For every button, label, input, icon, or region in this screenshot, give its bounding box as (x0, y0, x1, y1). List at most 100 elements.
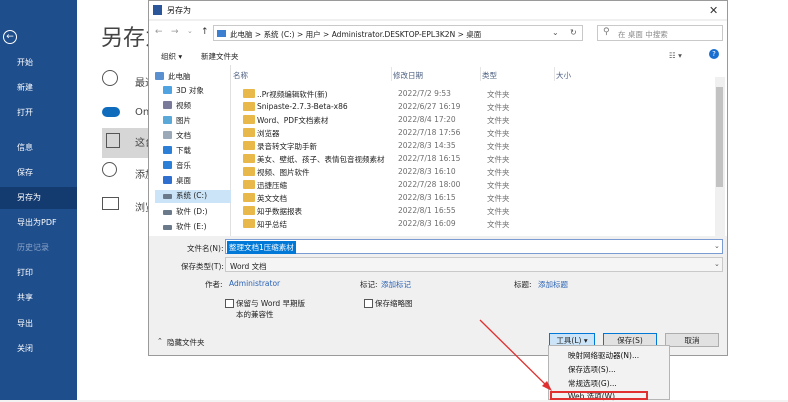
document-icon (163, 131, 172, 139)
tree-3d-objects[interactable]: 3D 对象 (163, 85, 239, 98)
breadcrumb-item[interactable]: 桌面 (466, 30, 481, 39)
tree-drive-e[interactable]: 软件 (E:) (163, 221, 239, 234)
nav-export[interactable]: 导出 (0, 313, 77, 335)
file-row[interactable]: 英文文档 2022/8/3 16:15 文件夹 (237, 192, 721, 204)
breadcrumb-item[interactable]: 此电脑 (230, 30, 253, 39)
location-browse[interactable]: 浏览 (102, 193, 155, 223)
folder-icon (243, 154, 255, 163)
nav-export-pdf[interactable]: 导出为PDF (0, 212, 77, 234)
back-arrow-icon[interactable]: ← (3, 30, 17, 44)
tree-drive-d[interactable]: 软件 (D:) (163, 206, 239, 219)
filetype-label: 保存类型(T): (181, 262, 224, 271)
recent-dropdown-icon[interactable]: ⌄ (187, 27, 193, 35)
desktop-icon (163, 176, 172, 184)
tree-pictures[interactable]: 图片 (163, 115, 239, 128)
annotation-arrow (479, 319, 552, 391)
nav-open[interactable]: 打开 (0, 102, 77, 124)
nav-share[interactable]: 共享 (0, 287, 77, 309)
tree-documents[interactable]: 文档 (163, 130, 239, 143)
chevron-up-icon[interactable]: ⌃ (157, 337, 163, 345)
column-divider[interactable] (391, 67, 392, 81)
location-recent[interactable]: 最近 (102, 68, 155, 98)
menu-map-network-drive[interactable]: 映射网络驱动器(N)... (568, 350, 639, 361)
new-folder-button[interactable]: 新建文件夹 (201, 51, 239, 62)
scrollbar-thumb[interactable] (716, 87, 723, 187)
thumbnail-checkbox[interactable] (364, 299, 373, 308)
file-row[interactable]: 浏览器 2022/7/18 17:56 文件夹 (237, 127, 721, 139)
breadcrumb-item[interactable]: Administrator.DESKTOP-EPL3K2N (332, 30, 456, 39)
tags-input[interactable]: 添加标记 (381, 279, 411, 290)
location-onedrive[interactable]: On (102, 101, 152, 131)
nav-home[interactable]: 开始 (0, 52, 77, 74)
column-name[interactable]: 名称 (233, 70, 248, 81)
column-divider[interactable] (480, 67, 481, 81)
author-value[interactable]: Administrator (229, 279, 280, 288)
folder-icon (243, 89, 255, 98)
file-row[interactable]: 迅捷压缩 2022/7/28 18:00 文件夹 (237, 179, 721, 191)
tree-downloads[interactable]: 下载 (163, 145, 239, 158)
tree-desktop[interactable]: 桌面 (163, 175, 239, 188)
tree-music[interactable]: 音乐 (163, 160, 239, 173)
nav-print[interactable]: 打印 (0, 262, 77, 284)
pc-icon (155, 72, 164, 80)
file-row[interactable]: 美女、壁纸、孩子、表情包音视频素材 2022/7/18 16:15 文件夹 (237, 153, 721, 165)
search-box[interactable]: ⚲ 在 桌面 中搜索 (597, 25, 723, 41)
folder-icon (243, 102, 255, 111)
compat-label-line2: 本的兼容性 (236, 310, 274, 319)
refresh-icon[interactable]: ↻ (570, 28, 577, 37)
menu-general-options[interactable]: 常规选项(G)... (568, 378, 617, 389)
menu-save-options[interactable]: 保存选项(S)... (568, 364, 616, 375)
column-size[interactable]: 大小 (556, 70, 571, 81)
cancel-button[interactable]: 取消 (665, 333, 719, 347)
filetype-select[interactable]: Word 文档 ⌄ (225, 257, 723, 272)
file-row[interactable]: Word、PDF文档素材 2022/8/4 17:20 文件夹 (237, 114, 721, 126)
hide-folders-toggle[interactable]: 隐藏文件夹 (167, 337, 205, 348)
help-icon[interactable]: ? (709, 49, 719, 59)
nav-save[interactable]: 保存 (0, 162, 77, 184)
breadcrumb-item[interactable]: 系统 (C:) (264, 30, 295, 39)
tree-this-pc[interactable]: 此电脑 (155, 71, 231, 84)
file-row[interactable]: Snipaste-2.7.3-Beta-x86 2022/6/27 16:19 文件… (237, 101, 721, 113)
location-add[interactable]: 添加 (102, 160, 155, 190)
tree-drive-c[interactable]: 系统 (C:) (155, 190, 231, 203)
music-icon (163, 161, 172, 169)
address-dropdown-icon[interactable]: ⌄ (552, 28, 559, 37)
chevron-down-icon[interactable]: ⌄ (714, 242, 720, 250)
computer-icon (106, 133, 120, 148)
close-icon[interactable]: ✕ (709, 4, 718, 17)
title-input[interactable]: 添加标题 (538, 279, 568, 290)
file-row[interactable]: 知乎总结 2022/8/3 16:09 文件夹 (237, 218, 721, 230)
filename-input[interactable]: 整理文档1压缩素材 ⌄ (225, 239, 723, 254)
search-icon: ⚲ (603, 27, 610, 37)
dialog-titlebar[interactable]: 另存为 ✕ (149, 1, 727, 19)
nav-info[interactable]: 信息 (0, 137, 77, 159)
back-icon[interactable]: ← (155, 27, 163, 37)
nav-save-as[interactable]: 另存为 (0, 187, 77, 209)
globe-add-icon (102, 162, 117, 177)
filename-label: 文件名(N): (187, 244, 224, 253)
nav-close[interactable]: 关闭 (0, 338, 77, 360)
file-list-scrollbar[interactable] (715, 77, 725, 236)
folder-icon (243, 141, 255, 150)
breadcrumb-item[interactable]: 用户 (306, 30, 321, 39)
folder-icon (243, 193, 255, 202)
column-date[interactable]: 修改日期 (393, 70, 423, 81)
filetype-value: Word 文档 (230, 262, 267, 271)
file-row[interactable]: 视频、图片软件 2022/8/3 16:10 文件夹 (237, 166, 721, 178)
file-row[interactable]: ..Pr视频编辑软件(新) 2022/7/2 9:53 文件夹 (237, 88, 721, 100)
column-type[interactable]: 类型 (482, 70, 497, 81)
location-this-pc[interactable]: 这台 (102, 128, 155, 158)
folder-icon (243, 167, 255, 176)
file-row[interactable]: 录音转文字助手新 2022/8/3 14:35 文件夹 (237, 140, 721, 152)
column-divider[interactable] (554, 67, 555, 81)
nav-new[interactable]: 新建 (0, 77, 77, 99)
address-bar[interactable]: 此电脑 > 系统 (C:) > 用户 > Administrator.DESKT… (213, 25, 583, 41)
tree-videos[interactable]: 视频 (163, 100, 239, 113)
compat-checkbox[interactable] (225, 299, 234, 308)
organize-button[interactable]: 组织 ▾ (161, 51, 182, 62)
file-row[interactable]: 知乎数据报表 2022/8/1 16:55 文件夹 (237, 205, 721, 217)
up-icon[interactable]: ↑ (201, 27, 209, 37)
forward-icon[interactable]: → (171, 27, 179, 37)
folder-icon (243, 128, 255, 137)
view-options-icon[interactable]: ☷ ▾ (669, 51, 682, 60)
